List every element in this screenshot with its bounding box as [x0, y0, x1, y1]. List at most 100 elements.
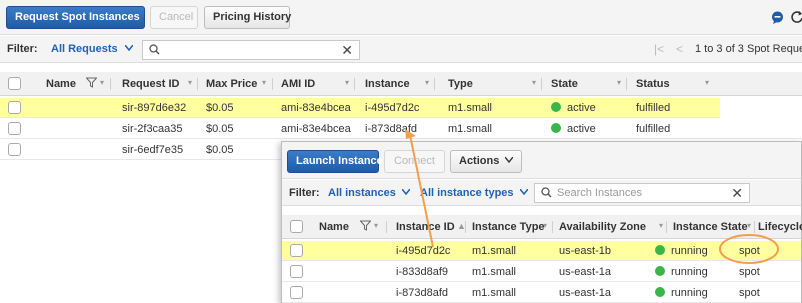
col-type[interactable]: Type — [448, 78, 473, 90]
col-state[interactable]: State — [551, 78, 578, 90]
instance-id[interactable]: i-873d8afd — [365, 123, 417, 135]
chevron-down-icon[interactable]: ▾ — [262, 78, 266, 87]
chevron-down-icon[interactable]: ▾ — [532, 78, 536, 87]
availability-zone: us-east-1a — [559, 287, 611, 299]
filter-instances-dropdown[interactable]: All instances — [328, 187, 411, 199]
chevron-down-icon[interactable]: ▾ — [345, 78, 349, 87]
col-name[interactable]: Name — [319, 221, 349, 233]
instance-id[interactable]: i-495d7d2c — [396, 245, 450, 257]
chevron-down-icon — [519, 188, 529, 196]
chevron-down-icon[interactable]: ▾ — [617, 78, 621, 87]
state: active — [551, 123, 596, 135]
row-checkbox[interactable] — [8, 122, 21, 135]
table-row[interactable]: sir-897d6e32 $0.05 ami-83e4bcea i-495d7d… — [0, 98, 720, 118]
row-checkbox[interactable] — [290, 244, 303, 257]
instances-table-header: Name ▾ Instance ID ▲ Instance Type ▾ Ava… — [282, 215, 802, 239]
chevron-down-icon[interactable]: ▾ — [425, 78, 429, 87]
instance-id[interactable]: i-495d7d2c — [365, 102, 419, 114]
col-ami-id[interactable]: AMI ID — [281, 78, 315, 90]
clear-icon[interactable]: ✕ — [731, 185, 743, 202]
col-instance[interactable]: Instance — [365, 78, 410, 90]
row-checkbox[interactable] — [8, 143, 21, 156]
pricing-history-button[interactable]: Pricing History — [204, 6, 291, 29]
connect-button[interactable]: Connect — [384, 150, 445, 173]
chevron-down-icon[interactable]: ▾ — [100, 78, 104, 87]
table-row[interactable]: i-495d7d2c m1.small us-east-1b running s… — [282, 241, 801, 261]
state: active — [551, 102, 596, 114]
chevron-down-icon[interactable]: ▾ — [188, 78, 192, 87]
col-request-id[interactable]: Request ID — [122, 78, 179, 90]
availability-zone: us-east-1a — [559, 266, 611, 278]
request-spot-instances-button[interactable]: Request Spot Instances — [6, 6, 145, 29]
instance-type: m1.small — [448, 102, 493, 114]
column-divider — [552, 221, 553, 233]
row-checkbox[interactable] — [290, 286, 303, 299]
comment-icon[interactable] — [771, 11, 784, 27]
instance-type: m1.small — [472, 287, 517, 299]
request-id: sir-2f3caa35 — [122, 123, 183, 135]
filter-requests-value: All Requests — [51, 43, 118, 55]
instance-id[interactable]: i-873d8afd — [396, 287, 448, 299]
select-all-checkbox[interactable] — [290, 220, 303, 233]
chevron-down-icon[interactable]: ▾ — [374, 221, 378, 230]
column-divider — [626, 78, 627, 90]
instance-state: running — [655, 287, 708, 299]
max-price: $0.05 — [206, 102, 234, 114]
page-first-icon[interactable]: |< — [654, 42, 664, 56]
filter-requests-dropdown[interactable]: All Requests — [51, 43, 134, 55]
request-id: sir-6edf7e35 — [122, 144, 184, 156]
filter-icon[interactable] — [85, 77, 98, 91]
actions-label: Actions — [459, 155, 500, 167]
cancel-button[interactable]: Cancel — [150, 6, 198, 29]
launch-instance-button[interactable]: Launch Instance — [287, 150, 383, 173]
filter-instances-value: All instances — [328, 187, 396, 199]
refresh-icon[interactable] — [790, 10, 802, 27]
column-divider — [386, 221, 387, 233]
table-row[interactable]: sir-6edf7e35 $0.05 — [0, 140, 281, 160]
column-divider — [754, 221, 755, 233]
col-lifecycle[interactable]: Lifecycle — [758, 221, 802, 233]
instance-search-input[interactable]: Search Instances ✕ — [534, 183, 750, 203]
filter-icon[interactable] — [359, 220, 372, 234]
status-active-icon — [551, 102, 561, 112]
status: fulfilled — [636, 123, 671, 135]
instance-id[interactable]: i-833d8af9 — [396, 266, 448, 278]
search-placeholder: Search Instances — [557, 187, 642, 199]
spot-table-header: Name ▾ Request ID ▾ Max Price ▾ AMI ID ▾… — [0, 72, 802, 96]
search-icon — [541, 187, 552, 201]
page-prev-icon[interactable]: < — [676, 42, 683, 56]
chevron-down-icon[interactable]: ▾ — [705, 78, 709, 87]
col-availability-zone[interactable]: Availability Zone — [559, 221, 646, 233]
col-instance-state[interactable]: Instance State — [673, 221, 748, 233]
row-checkbox[interactable] — [8, 101, 21, 114]
table-row[interactable]: i-833d8af9 m1.small us-east-1a running s… — [282, 262, 801, 282]
clear-icon[interactable]: ✕ — [341, 42, 353, 59]
col-name[interactable]: Name — [46, 78, 76, 90]
lifecycle: spot — [739, 287, 760, 299]
chevron-down-icon[interactable]: ▾ — [659, 221, 663, 230]
column-divider — [110, 78, 111, 90]
column-divider — [197, 78, 198, 90]
filter-types-dropdown[interactable]: All instance types — [420, 187, 529, 199]
actions-button[interactable]: Actions — [450, 150, 522, 173]
chevron-down-icon — [504, 156, 514, 164]
spot-search-input[interactable]: ✕ — [142, 40, 360, 60]
status-running-icon — [655, 287, 665, 297]
status-active-icon — [551, 123, 561, 133]
instance-type: m1.small — [472, 266, 517, 278]
row-checkbox[interactable] — [290, 265, 303, 278]
col-instance-id[interactable]: Instance ID — [396, 221, 455, 233]
select-all-checkbox[interactable] — [8, 77, 21, 90]
lifecycle: spot — [739, 245, 760, 257]
col-max-price[interactable]: Max Price — [206, 78, 257, 90]
instances-toolbar: Launch Instance Connect Actions — [282, 142, 801, 179]
table-row[interactable]: i-873d8afd m1.small us-east-1a running s… — [282, 283, 801, 303]
col-instance-type[interactable]: Instance Type — [472, 221, 545, 233]
chevron-down-icon[interactable]: ▾ — [747, 221, 751, 230]
state-text: running — [671, 245, 708, 257]
table-row[interactable]: sir-2f3caa35 $0.05 ami-83e4bcea i-873d8a… — [0, 119, 802, 139]
max-price: $0.05 — [206, 123, 234, 135]
col-status[interactable]: Status — [636, 78, 670, 90]
chevron-down-icon[interactable]: ▾ — [543, 221, 547, 230]
availability-zone: us-east-1b — [559, 245, 611, 257]
